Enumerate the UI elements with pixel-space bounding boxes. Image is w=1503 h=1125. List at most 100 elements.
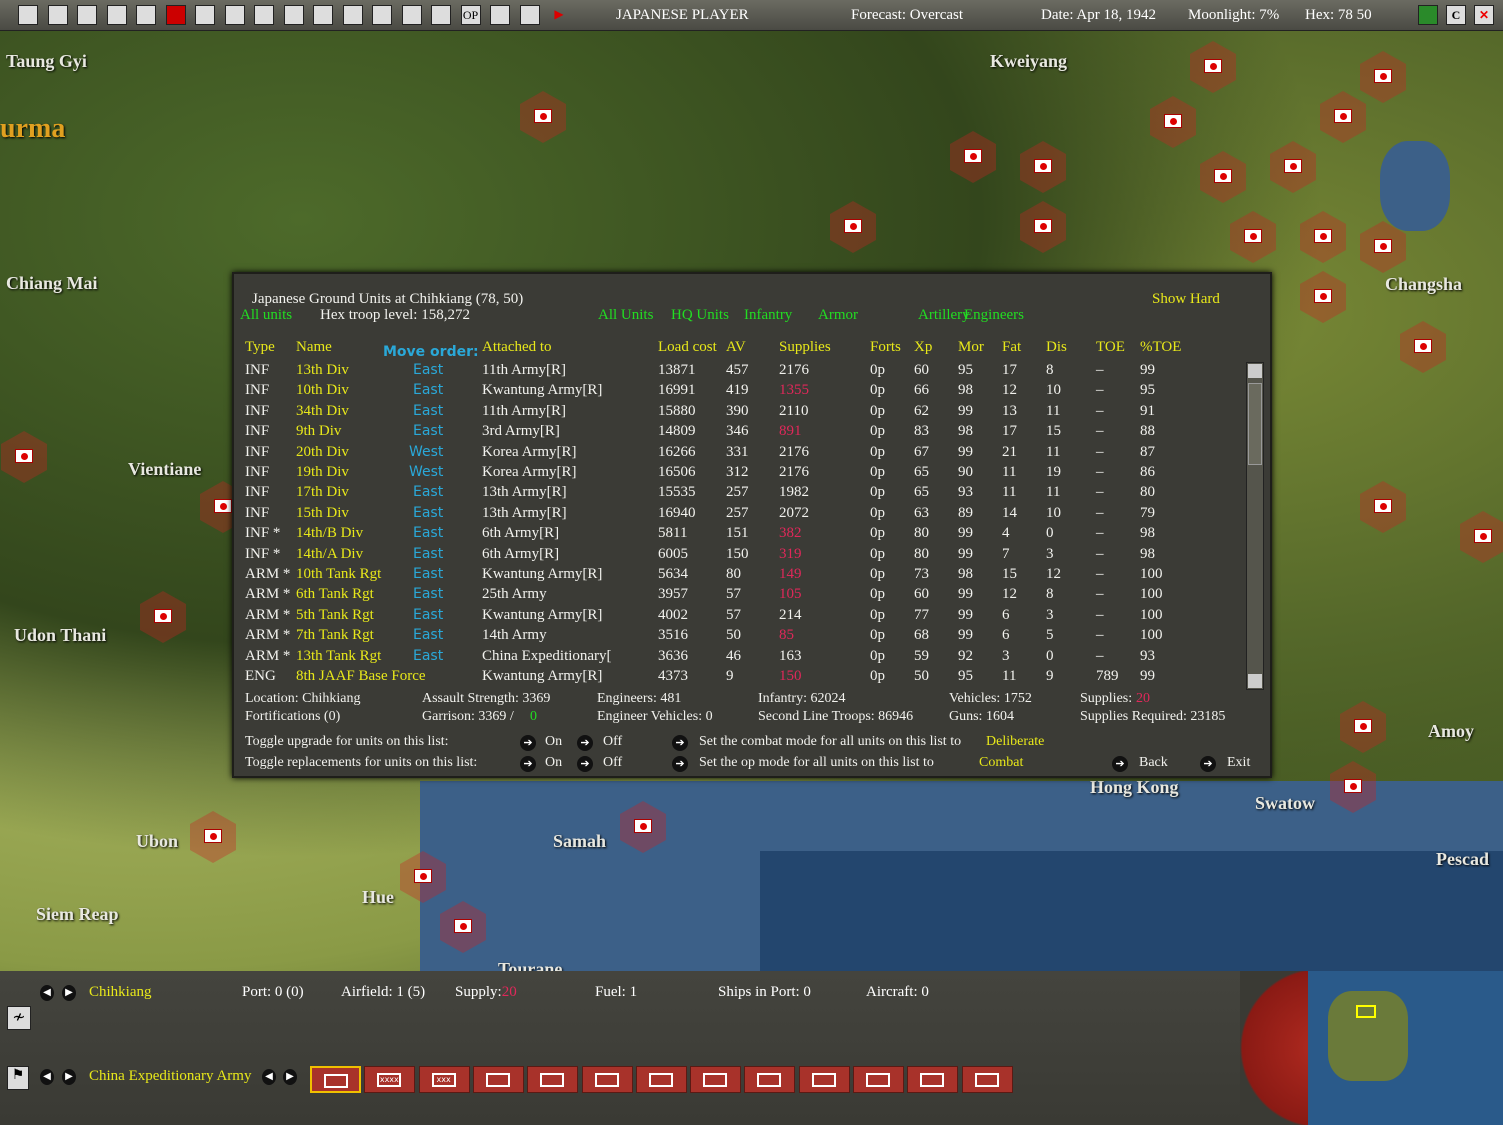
list-icon[interactable]: [47, 5, 68, 25]
japanese-unit-marker[interactable]: [844, 219, 862, 233]
cell-name[interactable]: 13th Tank Rgt: [296, 648, 381, 665]
hq-unit-button[interactable]: xxx: [418, 1066, 470, 1093]
japanese-unit-marker[interactable]: [1244, 229, 1262, 243]
japanese-unit-marker[interactable]: [1474, 529, 1492, 543]
base-icon[interactable]: [342, 5, 363, 25]
japanese-unit-marker[interactable]: [214, 499, 232, 513]
op-mode-button[interactable]: ➔: [672, 756, 688, 772]
cell-name[interactable]: 5th Tank Rgt: [296, 607, 374, 624]
hq-unit-button[interactable]: [472, 1066, 524, 1093]
cell-name[interactable]: 15th Div: [296, 505, 349, 522]
next-base-button[interactable]: ▶: [62, 985, 76, 1001]
unit-row[interactable]: INF * 14th/A Div East 6th Army[R] 6005 150 319…: [234, 546, 1234, 566]
unit-row[interactable]: INF * 14th/B Div East 6th Army[R] 5811 151 382…: [234, 525, 1234, 545]
all-units-link[interactable]: All units: [240, 307, 292, 324]
exit-arrow-icon[interactable]: ➔: [1200, 756, 1216, 772]
target-icon[interactable]: [431, 5, 451, 25]
ground-icon[interactable]: [283, 5, 304, 25]
air-icon[interactable]: [195, 5, 215, 25]
japanese-unit-marker[interactable]: [414, 869, 432, 883]
task-force-icon[interactable]: [106, 5, 127, 25]
hq-name[interactable]: China Expeditionary Army: [89, 1068, 251, 1085]
toggle-replacements-on-button[interactable]: ➔: [520, 756, 536, 772]
unit-row[interactable]: INF 34th Div East 11th Army[R] 15880 390 2110 0…: [234, 403, 1234, 423]
japanese-unit-marker[interactable]: [154, 609, 172, 623]
unit-row[interactable]: ARM * 5th Tank Rgt East Kwantung Army[R] 400…: [234, 607, 1234, 627]
filter-engineers[interactable]: Engineers: [964, 307, 1024, 324]
hq-unit-button[interactable]: [853, 1066, 904, 1093]
toggle-replacements-off-button[interactable]: ➔: [577, 756, 593, 772]
column-header-name[interactable]: Name: [296, 339, 332, 356]
unit-row[interactable]: ARM * 6th Tank Rgt East 25th Army 3957 57 105 0…: [234, 586, 1234, 606]
japanese-unit-marker[interactable]: [1034, 159, 1052, 173]
cell-move[interactable]: East: [413, 546, 443, 562]
japanese-unit-marker[interactable]: [1414, 339, 1432, 353]
japanese-unit-marker[interactable]: [1214, 169, 1232, 183]
unit-row[interactable]: INF 17th Div East 13th Army[R] 15535 257 1982 0…: [234, 484, 1234, 504]
back-arrow-icon[interactable]: ➔: [1112, 756, 1128, 772]
hq-unit-button[interactable]: [581, 1066, 633, 1093]
japanese-unit-marker[interactable]: [1334, 109, 1352, 123]
column-header-xp[interactable]: Xp: [914, 339, 932, 356]
op-icon[interactable]: OP: [460, 5, 481, 25]
next-hq-button[interactable]: ▶: [62, 1069, 76, 1085]
cell-name[interactable]: 34th Div: [296, 403, 349, 420]
unit-row[interactable]: INF 10th Div East Kwantung Army[R] 16991 419 1…: [234, 382, 1234, 402]
cell-move[interactable]: East: [413, 423, 443, 439]
japanese-unit-marker[interactable]: [1204, 59, 1222, 73]
info-icon[interactable]: [136, 5, 156, 25]
scroll-up-button[interactable]: [1248, 364, 1262, 378]
prev-hq-button-2[interactable]: ◀: [262, 1069, 276, 1085]
next-hq-button-2[interactable]: ▶: [283, 1069, 297, 1085]
cell-move[interactable]: East: [413, 484, 443, 500]
japanese-unit-marker[interactable]: [1314, 229, 1332, 243]
map-icon[interactable]: [18, 5, 38, 25]
hq-unit-button[interactable]: [310, 1066, 361, 1093]
prev-base-button[interactable]: ◀: [40, 985, 54, 1001]
unit-row[interactable]: INF 19th Div West Korea Army[R] 16506 312 2176…: [234, 464, 1234, 484]
japanese-unit-marker[interactable]: [15, 449, 33, 463]
orders-icon[interactable]: ≁: [7, 1006, 31, 1030]
cell-name[interactable]: 14th/A Div: [296, 546, 363, 563]
unit-row[interactable]: ENG 8th JAAF Base Force Kwantung Army[R] 43…: [234, 668, 1234, 688]
c-button[interactable]: C: [1446, 5, 1466, 25]
japanese-unit-marker[interactable]: [1034, 219, 1052, 233]
hq-unit-button[interactable]: [798, 1066, 850, 1093]
column-header-load[interactable]: Load cost: [658, 339, 717, 356]
cell-name[interactable]: 19th Div: [296, 464, 349, 481]
flag-icon[interactable]: [254, 5, 274, 25]
unit-row[interactable]: INF 15th Div East 13th Army[R] 16940 257 2072 0…: [234, 505, 1234, 525]
column-header-forts[interactable]: Forts: [870, 339, 901, 356]
japanese-unit-marker[interactable]: [204, 829, 222, 843]
cell-move[interactable]: East: [413, 607, 443, 623]
japanese-unit-marker[interactable]: [1374, 499, 1392, 513]
column-header-fat[interactable]: Fat: [1002, 339, 1021, 356]
cell-move[interactable]: East: [413, 586, 443, 602]
column-header-ptoe[interactable]: %TOE: [1140, 339, 1181, 356]
column-header-supplies[interactable]: Supplies: [779, 339, 831, 356]
combat-mode-value[interactable]: Deliberate: [986, 734, 1044, 750]
close-icon[interactable]: ✕: [1474, 5, 1494, 25]
plane-icon[interactable]: [224, 5, 245, 25]
filter-hq-units[interactable]: HQ Units: [671, 307, 729, 324]
orders-icon[interactable]: [313, 5, 333, 25]
filter-infantry[interactable]: Infantry: [744, 307, 792, 324]
scroll-thumb[interactable]: [1248, 383, 1262, 465]
japanese-unit-marker[interactable]: [964, 149, 982, 163]
minimap-viewport[interactable]: [1356, 1005, 1376, 1018]
column-header-attached[interactable]: Attached to: [482, 339, 552, 356]
cell-name[interactable]: 14th/B Div: [296, 525, 363, 542]
flag-toggle-icon[interactable]: [1418, 5, 1438, 25]
cell-move[interactable]: East: [413, 627, 443, 643]
unit-row[interactable]: INF 9th Div East 3rd Army[R] 14809 346 891 0p 83…: [234, 423, 1234, 443]
unit-row[interactable]: ARM * 13th Tank Rgt East China Expeditionar…: [234, 648, 1234, 668]
cell-move[interactable]: East: [413, 566, 443, 582]
japanese-unit-marker[interactable]: [1374, 239, 1392, 253]
japanese-unit-marker[interactable]: [534, 109, 552, 123]
hq-unit-button[interactable]: [744, 1066, 796, 1093]
toggle-replacements-off-label[interactable]: Off: [603, 755, 622, 771]
hq-unit-button[interactable]: xxxx: [364, 1066, 416, 1093]
column-header-mor[interactable]: Mor: [958, 339, 984, 356]
window-icon[interactable]: [519, 5, 540, 25]
toggle-upgrade-on-button[interactable]: ➔: [520, 735, 536, 751]
